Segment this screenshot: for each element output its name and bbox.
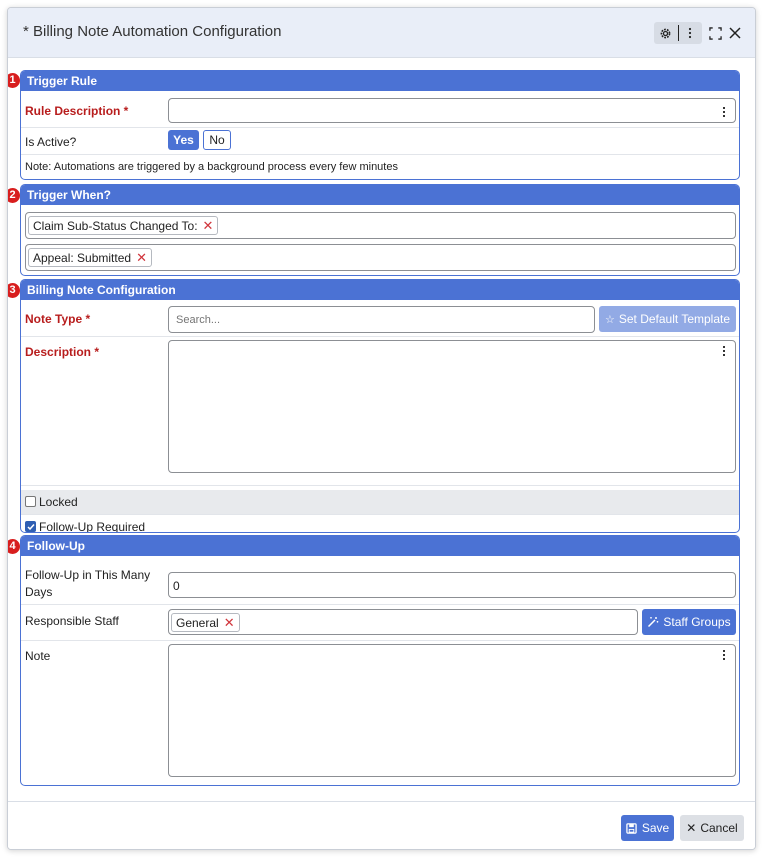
dialog-footer: Save ✕ Cancel <box>8 801 755 849</box>
check-icon <box>26 523 35 530</box>
follow-up-section: Follow-Up Follow-Up in This Many Days 0 … <box>20 535 740 786</box>
rule-description-input[interactable] <box>168 98 736 123</box>
responsible-staff-field[interactable]: General ✕ <box>168 609 638 635</box>
set-default-template-button[interactable]: ☆ Set Default Template <box>599 306 736 332</box>
is-active-row: Is Active? Yes No <box>21 128 739 155</box>
note-row: Note <box>21 641 739 785</box>
section-heading: Billing Note Configuration <box>21 280 739 300</box>
rule-description-label: Rule Description * <box>25 104 129 118</box>
is-active-yes-button[interactable]: Yes <box>168 130 199 150</box>
description-row: Description * <box>21 337 739 486</box>
save-icon <box>626 822 637 834</box>
is-active-label: Is Active? <box>25 135 77 149</box>
close-icon[interactable] <box>726 24 744 42</box>
toolbar-group <box>654 22 702 44</box>
note-label: Note <box>25 649 51 663</box>
section-badge-2: 2 <box>8 188 20 203</box>
locked-checkbox[interactable] <box>25 496 36 507</box>
section-badge-1: 1 <box>8 73 20 88</box>
automation-config-dialog: * Billing Note Automation Configuration … <box>7 7 756 850</box>
remove-chip-icon[interactable]: ✕ <box>203 218 214 234</box>
trigger-chip: Claim Sub-Status Changed To: ✕ <box>28 216 219 235</box>
automation-note: Note: Automations are triggered by a bac… <box>25 161 398 173</box>
trigger-rule-section: Trigger Rule Rule Description * Is Activ… <box>20 70 740 180</box>
locked-label: Locked <box>39 495 78 509</box>
trigger-condition-field[interactable]: Claim Sub-Status Changed To: ✕ <box>25 212 736 239</box>
trigger-chip: Appeal: Submitted ✕ <box>28 248 152 267</box>
follow-up-days-label: Follow-Up in This Many Days <box>25 568 151 599</box>
staff-chip: General ✕ <box>171 613 240 632</box>
responsible-staff-row: Responsible Staff General ✕ Staff Groups <box>21 605 739 641</box>
follow-up-required-label: Follow-Up Required <box>39 520 146 533</box>
save-button[interactable]: Save <box>621 815 674 841</box>
note-textarea[interactable] <box>168 644 736 777</box>
section-badge-3: 3 <box>8 283 20 298</box>
kebab-icon[interactable] <box>679 22 703 44</box>
remove-chip-icon[interactable]: ✕ <box>136 250 147 266</box>
staff-groups-button[interactable]: Staff Groups <box>642 609 736 635</box>
follow-up-days-input[interactable]: 0 <box>168 572 736 598</box>
section-badge-4: 4 <box>8 539 20 554</box>
billing-note-section: Billing Note Configuration Note Type * ☆… <box>20 279 740 533</box>
field-menu-icon[interactable] <box>723 346 727 358</box>
dialog-titlebar: * Billing Note Automation Configuration <box>8 8 755 58</box>
description-label: Description * <box>25 345 100 359</box>
section-heading: Trigger When? <box>21 185 739 205</box>
follow-up-required-row: Follow-Up Required <box>21 515 739 533</box>
close-icon: ✕ <box>686 821 697 835</box>
dialog-title: * Billing Note Automation Configuration <box>23 23 282 40</box>
follow-up-required-checkbox[interactable] <box>25 521 36 532</box>
cancel-button[interactable]: ✕ Cancel <box>680 815 744 841</box>
gear-icon[interactable] <box>654 22 678 44</box>
field-menu-icon[interactable] <box>723 650 727 662</box>
trigger-when-section: Trigger When? Claim Sub-Status Changed T… <box>20 184 740 276</box>
note-type-label: Note Type * <box>25 312 91 326</box>
star-icon: ☆ <box>604 313 615 326</box>
locked-row: Locked <box>21 490 739 515</box>
rule-description-row: Rule Description * <box>21 91 739 128</box>
remove-chip-icon[interactable]: ✕ <box>224 615 235 631</box>
field-menu-icon[interactable] <box>723 107 727 119</box>
is-active-no-button[interactable]: No <box>203 130 231 150</box>
section-heading: Trigger Rule <box>21 71 739 91</box>
responsible-staff-label: Responsible Staff <box>25 614 119 628</box>
magic-wand-icon <box>648 617 659 628</box>
note-type-search-input[interactable] <box>168 306 595 333</box>
trigger-value-field[interactable]: Appeal: Submitted ✕ <box>25 244 736 271</box>
maximize-icon[interactable] <box>706 24 724 42</box>
note-type-row: Note Type * ☆ Set Default Template <box>21 300 739 337</box>
description-textarea[interactable] <box>168 340 736 473</box>
follow-up-days-row: Follow-Up in This Many Days 0 <box>21 556 739 605</box>
section-heading: Follow-Up <box>21 536 739 556</box>
